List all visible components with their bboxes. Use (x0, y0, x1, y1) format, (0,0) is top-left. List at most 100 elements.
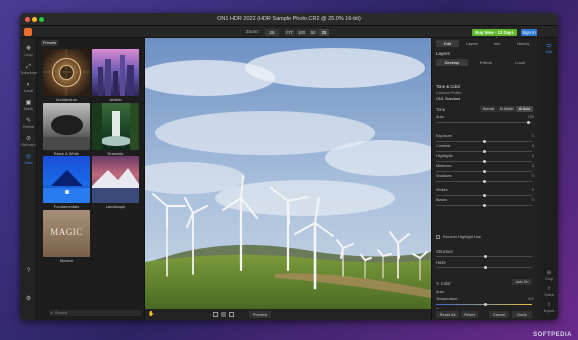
dramatic-waterfall-image (92, 103, 139, 150)
edit-panel: Edit Layers Info History Layers Develop … (431, 38, 540, 320)
help-button[interactable]: ? (20, 268, 37, 275)
zoom-value[interactable]: 25 (265, 28, 279, 36)
tool-crop[interactable]: ✥ Crop (20, 46, 37, 57)
tone-slider[interactable] (436, 193, 532, 197)
module-share[interactable]: ⇪ Share (540, 286, 558, 298)
preset-search-input[interactable]: ⌕ Search (49, 310, 141, 316)
slider-knob[interactable] (482, 203, 486, 207)
zoom-100-button[interactable]: 100 (296, 28, 307, 36)
canvas-bottom-bar: ✋ Preview (145, 309, 431, 320)
slider-knob[interactable] (482, 139, 486, 143)
app-logo-icon[interactable] (24, 28, 32, 36)
preset-landscape-thumb[interactable] (92, 156, 139, 203)
preset-label: Fundamentals (53, 204, 80, 209)
module-export[interactable]: ⇧ Export (540, 302, 558, 314)
photo-canvas[interactable] (145, 38, 431, 309)
tab-edit[interactable]: Edit (436, 40, 459, 47)
slider-label: Exposure (436, 134, 453, 138)
compare-split-icon[interactable] (221, 312, 226, 317)
tool-rail: ✥ Crop ⤢ Transform ◐ Local ▣ Mask ✎ Refine ⊘ R… (20, 38, 37, 320)
tone-slider[interactable] (436, 120, 532, 124)
refine-brush-icon: ✎ (25, 118, 32, 124)
auto-on-button[interactable]: Auto On (512, 279, 532, 285)
slider-knob[interactable] (484, 254, 487, 258)
tone-slider[interactable] (436, 179, 532, 183)
sign-in-button[interactable]: Sign In (521, 28, 537, 36)
module-label: Export (543, 309, 555, 313)
edit-sliders-icon: ⚌ (546, 43, 552, 49)
tab-layers[interactable]: Layers (460, 40, 484, 47)
black-white-image (43, 115, 90, 150)
tab-history[interactable]: History (510, 40, 536, 47)
presets-tab[interactable]: Presets (41, 40, 58, 46)
zoom-50-button[interactable]: 50 (308, 28, 318, 36)
compare-side-icon[interactable] (229, 312, 234, 317)
title-bar: ON1 HDR 2022 (HDR Sample Photo.CR2 @ 25.… (20, 13, 558, 26)
color-label: Color (440, 281, 451, 286)
panel-footer: Reset All Reset Cancel Done (431, 309, 540, 320)
compare-single-icon[interactable] (213, 312, 218, 317)
module-label: Crop (545, 277, 553, 281)
temperature-slider[interactable] (436, 302, 532, 306)
tool-local[interactable]: ◐ Local (20, 82, 37, 93)
preset-modern-thumb[interactable]: MAGIC (43, 210, 90, 257)
preset-fundamentals-thumb[interactable] (43, 156, 90, 203)
preset-dramatic-thumb[interactable] (92, 103, 139, 150)
tool-retouch[interactable]: ⊘ Retouch (20, 136, 37, 147)
structure-slider[interactable] (436, 254, 532, 258)
subtab-develop[interactable]: Develop (436, 59, 468, 66)
subtab-effects[interactable]: Effects (470, 59, 502, 66)
slider-knob[interactable] (484, 265, 487, 269)
slider-knob[interactable] (482, 159, 486, 163)
hand-tool-icon[interactable]: ✋ (148, 311, 154, 317)
slider-knob[interactable] (484, 302, 487, 306)
tool-view[interactable]: ◎ View (20, 154, 37, 165)
tone-slider[interactable] (436, 169, 532, 173)
slider-label: Highlights (436, 154, 453, 158)
tone-color-heading: Tone & Color (436, 84, 461, 89)
slider-knob[interactable] (482, 149, 486, 153)
tone-slider[interactable] (436, 203, 532, 207)
tone-slider[interactable] (436, 159, 532, 163)
tone-ai-match-button[interactable]: AI Match (498, 106, 515, 112)
slider-knob[interactable] (482, 169, 486, 173)
artistic-city-image (98, 55, 134, 96)
zoom-fit-button[interactable]: FIT (284, 28, 295, 36)
search-placeholder: Search (55, 311, 68, 315)
slider-knob[interactable] (527, 120, 531, 124)
slider-knob[interactable] (482, 179, 486, 183)
recover-highlight-checkbox[interactable] (436, 235, 440, 239)
preset-black-white-thumb[interactable] (43, 103, 90, 150)
tab-info[interactable]: Info (485, 40, 509, 47)
zoom-25-button[interactable]: 25 (319, 28, 329, 36)
tool-refine[interactable]: ✎ Refine (20, 118, 37, 129)
tool-mask[interactable]: ▣ Mask (20, 100, 37, 111)
module-edit[interactable]: ⚌ Edit (540, 42, 558, 55)
view-icon: ◎ (25, 154, 32, 160)
landscape-mountain-image (92, 168, 139, 203)
tool-transform[interactable]: ⤢ Transform (20, 64, 37, 75)
tone-normal-button[interactable]: Normal (480, 106, 497, 112)
subtab-local[interactable]: Local (504, 59, 536, 66)
haze-slider[interactable] (436, 265, 532, 269)
slider-knob[interactable] (482, 193, 486, 197)
tool-label: Crop (24, 53, 33, 57)
preset-artistic-thumb[interactable] (92, 49, 139, 96)
done-button[interactable]: Done (512, 311, 532, 318)
settings-button[interactable]: ⚙ (20, 296, 37, 303)
cancel-button[interactable]: Cancel (489, 311, 509, 318)
tone-slider[interactable] (436, 139, 532, 143)
transform-icon: ⤢ (26, 64, 31, 70)
preview-button[interactable]: Preview (249, 311, 271, 318)
reset-all-button[interactable]: Reset All (436, 311, 459, 318)
tone-ai-auto-button[interactable]: AI Auto (516, 106, 533, 112)
modern-thumb-text: MAGIC (50, 227, 83, 237)
module-crop[interactable]: ⊞ Crop (540, 270, 558, 282)
reset-button[interactable]: Reset (461, 311, 478, 318)
tool-label: Retouch (21, 143, 36, 147)
crop-icon: ⊞ (546, 270, 552, 276)
buy-now-button[interactable]: Buy Now - 13 Days Left (472, 28, 517, 42)
preset-architecture-thumb[interactable] (43, 49, 90, 96)
camera-profile-select[interactable]: ON1 Standard (436, 97, 536, 101)
tone-slider[interactable] (436, 149, 532, 153)
